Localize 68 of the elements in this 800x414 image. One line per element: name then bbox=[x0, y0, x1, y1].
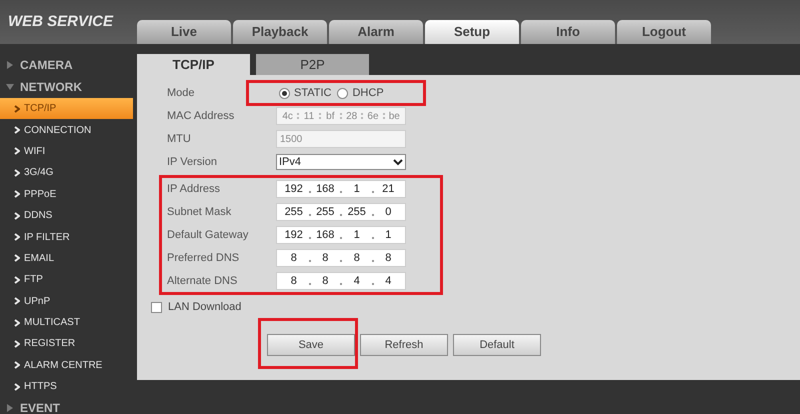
sidebar-item[interactable]: UPnP bbox=[0, 290, 135, 312]
chevron-icon bbox=[14, 361, 20, 370]
chevron-icon bbox=[14, 297, 20, 306]
tab[interactable]: Playback bbox=[233, 20, 327, 44]
tab[interactable]: Live bbox=[137, 20, 231, 44]
radio-option[interactable]: STATIC bbox=[279, 84, 332, 102]
sidebar-item[interactable]: TCP/IP bbox=[0, 98, 133, 120]
chevron-icon bbox=[14, 104, 20, 113]
field-label: Default Gateway bbox=[167, 228, 250, 243]
sidebar-item[interactable]: REGISTER bbox=[0, 333, 135, 355]
sidebar-item[interactable]: CONNECTION bbox=[0, 119, 135, 141]
chevron-icon bbox=[14, 212, 20, 220]
field-label: IP Address bbox=[167, 182, 221, 197]
button[interactable]: Refresh bbox=[360, 334, 448, 356]
ip-address-field[interactable]: 8 8 4 4 bbox=[276, 272, 406, 290]
logo-text: WEB SERVICE bbox=[8, 12, 114, 32]
sidebar-item[interactable]: HTTPS bbox=[0, 376, 135, 398]
sidebar-item[interactable]: PPPoE bbox=[0, 184, 135, 205]
tab[interactable]: Info bbox=[521, 20, 615, 44]
field-label: MTU bbox=[167, 132, 192, 147]
button[interactable]: Save bbox=[267, 334, 355, 356]
field-label: Preferred DNS bbox=[167, 250, 240, 266]
sidebar-item[interactable]: DDNS bbox=[0, 204, 135, 226]
sidebar-item[interactable]: MULTICAST bbox=[0, 312, 135, 334]
sub-tab[interactable]: P2P bbox=[256, 54, 369, 75]
input-field: 1500 bbox=[276, 130, 406, 148]
sidebar-group[interactable]: NETWORK bbox=[0, 76, 135, 98]
triangle-icon bbox=[6, 404, 14, 412]
sidebar-item[interactable]: WIFI bbox=[0, 140, 135, 162]
sidebar-item[interactable]: IP FILTER bbox=[0, 226, 135, 248]
tab[interactable]: Logout bbox=[617, 20, 711, 44]
sub-tab[interactable]: TCP/IP bbox=[137, 54, 250, 75]
sidebar-item[interactable]: FTP bbox=[0, 269, 135, 291]
sidebar-item[interactable]: 3G/4G bbox=[0, 162, 135, 184]
chevron-icon bbox=[14, 276, 20, 284]
field-label: Alternate DNS bbox=[167, 274, 238, 289]
chevron-icon bbox=[14, 147, 20, 156]
radio-option[interactable]: DHCP bbox=[337, 84, 384, 102]
checkbox-label: LAN Download bbox=[168, 300, 242, 315]
chevron-icon bbox=[14, 340, 20, 348]
ip-address-field[interactable]: 192 168 1 21 bbox=[276, 180, 406, 198]
chevron-icon bbox=[14, 382, 20, 391]
chevron-icon bbox=[14, 233, 20, 242]
chevron-icon bbox=[14, 254, 20, 262]
field-label: Subnet Mask bbox=[167, 204, 232, 220]
chevron-icon bbox=[14, 318, 20, 327]
field-label: Mode bbox=[167, 86, 196, 101]
sidebar-group[interactable]: EVENT bbox=[0, 397, 135, 414]
triangle-icon bbox=[6, 61, 14, 69]
chevron-icon bbox=[14, 190, 20, 198]
chevron-icon bbox=[14, 168, 20, 177]
checkbox[interactable] bbox=[151, 302, 162, 313]
field-label: IP Version bbox=[167, 154, 218, 170]
mac-field: 4c 11 bf 28 6e be bbox=[276, 107, 406, 125]
select-field[interactable]: IPv4 bbox=[276, 154, 406, 170]
tab[interactable]: Alarm bbox=[329, 20, 423, 44]
chevron-down-icon bbox=[393, 158, 403, 166]
ip-address-field[interactable]: 255 255 255 0 bbox=[276, 203, 406, 221]
ip-address-field[interactable]: 192 168 1 1 bbox=[276, 226, 406, 244]
sidebar-item[interactable]: ALARM CENTRE bbox=[0, 354, 135, 376]
tab[interactable]: Setup bbox=[425, 20, 519, 44]
button[interactable]: Default bbox=[453, 334, 541, 356]
sidebar-item[interactable]: EMAIL bbox=[0, 248, 135, 270]
chevron-icon bbox=[14, 126, 20, 134]
sidebar-group[interactable]: CAMERA bbox=[0, 54, 135, 76]
field-label: MAC Address bbox=[167, 108, 236, 124]
ip-address-field[interactable]: 8 8 8 8 bbox=[276, 249, 406, 267]
triangle-icon bbox=[6, 83, 14, 91]
